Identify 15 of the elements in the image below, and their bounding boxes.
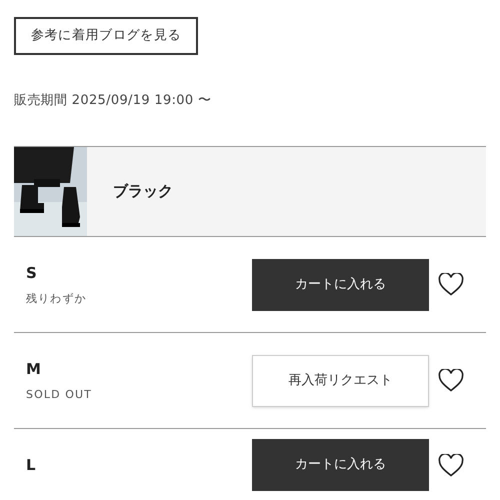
sale-period: 販売期間 2025/09/19 19:00 〜 <box>14 93 212 108</box>
size-label: M <box>26 358 42 380</box>
stock-status: SOLD OUT <box>26 387 93 403</box>
cart-button[interactable]: カートに入れる <box>252 439 429 491</box>
heart-icon[interactable] <box>438 273 464 296</box>
color-name: ブラック <box>113 181 173 202</box>
blog-button[interactable]: 参考に着用ブログを見る <box>14 17 198 55</box>
cart-button[interactable]: カートに入れる <box>252 258 429 310</box>
size-label: S <box>26 262 38 284</box>
size-label: L <box>26 454 37 476</box>
heart-icon[interactable] <box>438 369 464 392</box>
stock-status: 残りわずか <box>26 291 88 307</box>
color-option[interactable]: ブラック <box>14 146 486 237</box>
restock-request-button[interactable]: 再入荷リクエスト <box>252 354 429 406</box>
heart-icon[interactable] <box>438 454 464 476</box>
